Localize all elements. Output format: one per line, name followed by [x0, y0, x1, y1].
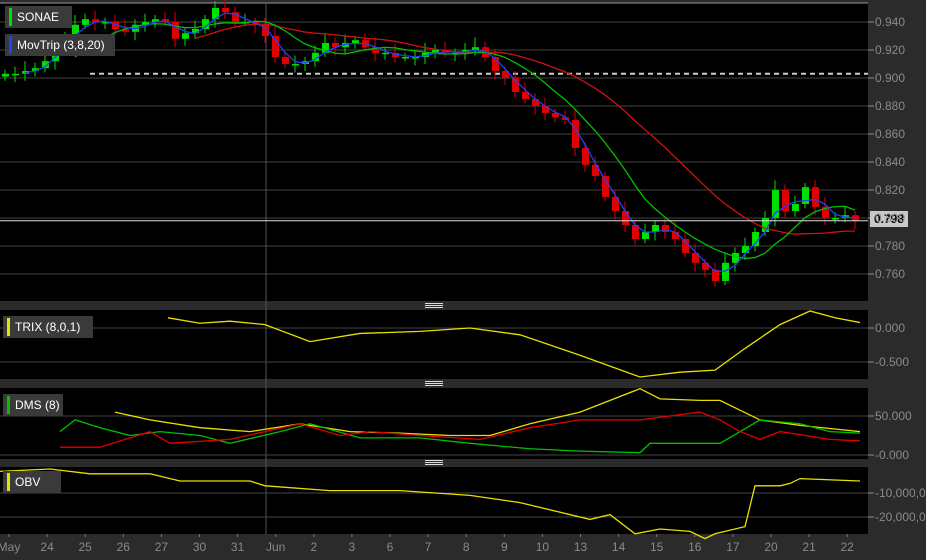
date-label: 21 — [802, 540, 816, 554]
trix-axis-label: 0.000 — [875, 321, 906, 335]
date-label: 22 — [840, 540, 854, 554]
movtrip-label[interactable]: MovTrip (3,8,20) — [5, 34, 115, 56]
panel-background — [0, 310, 868, 379]
date-label: 2 — [310, 540, 318, 554]
date-label: 27 — [154, 540, 169, 554]
price-axis-label: 0.900 — [875, 71, 906, 85]
dms-axis-label: 50.000 — [875, 409, 912, 423]
obv-axis-label: -20,000,00 — [875, 510, 926, 524]
candle-up — [402, 57, 409, 59]
candle-up — [82, 19, 89, 25]
date-label: 6 — [386, 540, 394, 554]
candle-up — [12, 73, 19, 76]
candle-up — [792, 204, 799, 211]
price-axis-label: 0.760 — [875, 267, 906, 281]
date-label: 7 — [424, 540, 432, 554]
panel-background — [0, 467, 868, 534]
candle-up — [2, 73, 9, 77]
price-axis-label: 0.860 — [875, 127, 906, 141]
panel-resize-handle — [425, 305, 443, 306]
date-label: May — [0, 540, 21, 554]
panel-resize-handle — [425, 307, 443, 308]
candle-up — [832, 218, 839, 220]
symbol-label[interactable]: SONAE — [5, 6, 72, 28]
candle-down — [812, 187, 819, 207]
date-label: 24 — [40, 540, 54, 554]
obv-axis-label: -10,000,00 — [875, 486, 926, 500]
date-label: 31 — [230, 540, 245, 554]
date-label: 8 — [462, 540, 470, 554]
candle-down — [222, 8, 229, 13]
date-label: 13 — [573, 540, 588, 554]
panel-resize-handle — [425, 383, 443, 384]
date-label: Jun — [266, 540, 286, 554]
panel-resize-handle — [425, 303, 443, 304]
price-axis-label: 0.880 — [875, 99, 906, 113]
trix-axis-label: -0.500 — [875, 355, 910, 369]
date-label: 17 — [726, 540, 740, 554]
date-label: 25 — [78, 540, 92, 554]
price-axis-label: 0.780 — [875, 239, 906, 253]
candle-up — [352, 40, 359, 43]
candle-up — [182, 33, 189, 39]
panel-resize-handle — [425, 385, 443, 386]
panel-resize-handle — [425, 464, 443, 465]
date-label: 30 — [192, 540, 207, 554]
dms-axis-label: -0.000 — [875, 448, 910, 462]
date-label: 20 — [764, 540, 778, 554]
obv-label[interactable]: OBV — [3, 471, 61, 493]
date-label: 15 — [650, 540, 664, 554]
price-axis-label: 0.920 — [875, 43, 906, 57]
panel-resize-handle — [425, 462, 443, 463]
chart-canvas — [0, 0, 874, 540]
panel-background — [0, 388, 868, 459]
candle-up — [742, 246, 749, 253]
date-label: 9 — [500, 540, 508, 554]
trix-label[interactable]: TRIX (8,0,1) — [3, 316, 93, 338]
date-label: 16 — [688, 540, 702, 554]
candle-down — [592, 164, 599, 176]
price-axis-label: 0.840 — [875, 155, 906, 169]
dms-label[interactable]: DMS (8) — [3, 394, 63, 416]
panel-resize-handle — [425, 381, 443, 382]
candle-up — [772, 190, 779, 218]
date-label: 3 — [348, 540, 356, 554]
date-label: 14 — [611, 540, 626, 554]
candle-down — [172, 22, 179, 39]
price-axis-label: 0.820 — [875, 183, 906, 197]
candle-down — [282, 57, 289, 64]
candle-up — [722, 262, 729, 281]
price-axis-label: 0.800 — [875, 211, 906, 225]
candle-up — [642, 232, 649, 239]
candle-down — [622, 211, 629, 225]
candle-up — [292, 64, 299, 66]
date-label: 10 — [535, 540, 550, 554]
date-label: 26 — [116, 540, 130, 554]
candle-up — [382, 52, 389, 55]
price-axis-label: 0.940 — [875, 15, 906, 29]
panel-resize-handle — [425, 460, 443, 461]
